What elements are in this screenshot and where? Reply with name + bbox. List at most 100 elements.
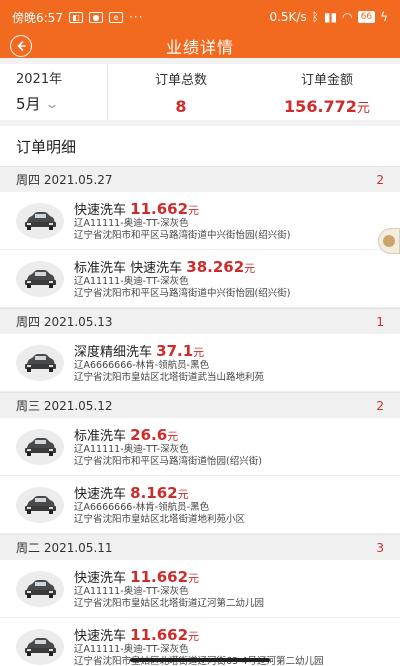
order-service: 快速洗车: [74, 487, 127, 502]
month-selector[interactable]: 5月 ⌄: [16, 93, 107, 114]
order-info: 快速洗车 11.662元 辽A11111-奥迪-TT-深灰色 辽宁省沈阳市皇姑区…: [74, 567, 264, 610]
order-item[interactable]: 标准洗车 快速洗车 38.262元 辽A11111-奥迪-TT-深灰色 辽宁省沈…: [0, 250, 400, 308]
status-bar: 傍晚6:57 ◧ ● e ··· 0.5K/s ᛒ ▮▮ ◠ 66 ϟ: [0, 0, 400, 34]
browser-icon: e: [108, 11, 123, 23]
chevron-down-icon: ⌄: [44, 96, 60, 111]
order-service: 快速洗车: [74, 629, 127, 644]
back-arrow-icon[interactable]: [10, 35, 32, 57]
car-icon: [16, 202, 64, 239]
order-service: 快速洗车: [74, 203, 127, 218]
status-time: 傍晚6:57: [12, 10, 63, 25]
car-icon: [16, 344, 64, 381]
order-address: 辽宁省沈阳市皇姑区北塔街道武当山路地利苑: [74, 372, 265, 383]
charging-icon: ϟ: [380, 10, 388, 24]
floating-assistant-button[interactable]: [378, 228, 400, 254]
order-title-line: 快速洗车 11.662元: [74, 625, 324, 644]
order-price: 26.6: [130, 426, 168, 444]
date-picker[interactable]: 2021年 5月 ⌄: [0, 64, 108, 120]
order-price: 37.1: [156, 342, 194, 360]
order-price: 8.162: [130, 484, 178, 502]
date-group-header: 周三 2021.05.12 2: [0, 392, 400, 418]
order-vehicle: 辽A11111-奥迪-TT-深灰色: [74, 276, 189, 287]
order-vehicle: 辽A11111-奥迪-TT-深灰色: [74, 586, 189, 597]
notification-icon: ◧: [68, 11, 83, 23]
order-count-label: 订单总数: [154, 73, 207, 88]
order-service: 标准洗车 快速洗车: [74, 261, 183, 276]
date-group-header: 周二 2021.05.11 3: [0, 534, 400, 560]
title-bar: 业绩详情: [0, 34, 400, 58]
order-item[interactable]: 快速洗车 11.662元 辽A11111-奥迪-TT-深灰色 辽宁省沈阳市和平区…: [0, 192, 400, 250]
gesture-bar: [130, 658, 270, 662]
app-icon: ●: [88, 11, 103, 23]
year-label: 2021年: [16, 72, 63, 87]
order-title-line: 标准洗车 快速洗车 38.262元: [74, 257, 290, 276]
group-date: 周四 2021.05.27: [16, 173, 113, 187]
group-order-count: 2: [376, 398, 384, 413]
order-item[interactable]: 快速洗车 11.662元 辽A11111-奥迪-TT-深灰色 辽宁省沈阳市皇姑区…: [0, 560, 400, 618]
group-date: 周四 2021.05.13: [16, 315, 113, 329]
order-price-unit: 元: [177, 488, 189, 501]
order-price-unit: 元: [244, 262, 256, 275]
order-list: 周四 2021.05.27 2 快速洗车 11.662元 辽A11111-奥迪-T…: [0, 166, 400, 666]
order-price: 11.662: [130, 626, 189, 644]
order-amount-unit: 元: [356, 101, 370, 116]
wifi-icon: ◠: [342, 10, 353, 24]
order-title-line: 标准洗车 26.6元: [74, 425, 262, 444]
order-info: 快速洗车 8.162元 辽A6666666-林肯-领航员-黑色 辽宁省沈阳市皇姑…: [74, 483, 245, 526]
order-amount-value: 156.772元: [254, 97, 400, 116]
assistant-icon: [383, 235, 395, 247]
order-vehicle: 辽A11111-奥迪-TT-深灰色: [74, 644, 189, 655]
order-price-unit: 元: [188, 204, 200, 217]
order-address: 辽宁省沈阳市皇姑区北塔街道辽河第二幼儿园: [74, 598, 265, 609]
order-vehicle: 辽A6666666-林肯-领航员-黑色: [74, 360, 210, 371]
order-price: 38.262: [186, 258, 245, 276]
order-title-line: 快速洗车 11.662元: [74, 567, 264, 586]
car-icon: [16, 570, 64, 607]
group-order-count: 2: [376, 172, 384, 187]
order-item[interactable]: 标准洗车 26.6元 辽A11111-奥迪-TT-深灰色 辽宁省沈阳市和平区马路…: [0, 418, 400, 476]
group-order-count: 3: [376, 540, 384, 555]
car-icon: [16, 628, 64, 665]
order-vehicle: 辽A11111-奥迪-TT-深灰色: [74, 444, 189, 455]
car-icon: [16, 428, 64, 465]
order-title-line: 深度精细洗车 37.1元: [74, 341, 264, 360]
order-address: 辽宁省沈阳市和平区马路湾街道怡园(绍兴街): [74, 456, 262, 467]
bluetooth-icon: ᛒ: [311, 10, 319, 24]
more-notifications-icon: ···: [128, 10, 144, 24]
order-item[interactable]: 深度精细洗车 37.1元 辽A6666666-林肯-领航员-黑色 辽宁省沈阳市皇…: [0, 334, 400, 392]
month-label: 5月: [16, 95, 41, 113]
order-item[interactable]: 快速洗车 8.162元 辽A6666666-林肯-领航员-黑色 辽宁省沈阳市皇姑…: [0, 476, 400, 534]
signal-icon: ▮▮: [323, 10, 338, 24]
order-amount-label: 订单金额: [300, 73, 353, 88]
page-title: 业绩详情: [165, 38, 234, 57]
order-price-unit: 元: [167, 430, 179, 443]
battery-icon: 66: [357, 11, 376, 23]
order-info: 标准洗车 26.6元 辽A11111-奥迪-TT-深灰色 辽宁省沈阳市和平区马路…: [74, 425, 262, 468]
date-group-header: 周四 2021.05.27 2: [0, 166, 400, 192]
order-title-line: 快速洗车 11.662元: [74, 199, 290, 218]
order-service: 标准洗车: [74, 429, 127, 444]
order-info: 快速洗车 11.662元 辽A11111-奥迪-TT-深灰色 辽宁省沈阳市和平区…: [74, 199, 290, 242]
order-info: 标准洗车 快速洗车 38.262元 辽A11111-奥迪-TT-深灰色 辽宁省沈…: [74, 257, 290, 300]
order-title-line: 快速洗车 8.162元: [74, 483, 245, 502]
order-service: 深度精细洗车: [74, 345, 153, 360]
order-info: 深度精细洗车 37.1元 辽A6666666-林肯-领航员-黑色 辽宁省沈阳市皇…: [74, 341, 264, 384]
order-vehicle: 辽A11111-奥迪-TT-深灰色: [74, 218, 189, 229]
order-price: 11.662: [130, 568, 189, 586]
network-speed: 0.5K/s: [269, 10, 307, 24]
car-icon: [16, 486, 64, 523]
order-price-unit: 元: [188, 630, 200, 643]
order-amount-stat: 订单金额 156.772元: [254, 64, 400, 120]
order-price-unit: 元: [188, 572, 200, 585]
order-vehicle: 辽A6666666-林肯-领航员-黑色: [74, 502, 210, 513]
group-date: 周三 2021.05.12: [16, 399, 113, 413]
group-order-count: 1: [376, 314, 384, 329]
order-address: 辽宁省沈阳市和平区马路湾街道中兴街怡园(绍兴街): [74, 230, 291, 241]
order-count-stat: 订单总数 8: [108, 64, 254, 120]
date-group-header: 周四 2021.05.13 1: [0, 308, 400, 334]
summary-panel: 2021年 5月 ⌄ 订单总数 8 订单金额 156.772元: [0, 64, 400, 120]
order-count-value: 8: [175, 97, 187, 116]
order-price: 11.662: [130, 200, 189, 218]
section-title: 订单明细: [0, 126, 400, 166]
order-address: 辽宁省沈阳市皇姑区北塔街道地利苑小区: [74, 514, 246, 525]
